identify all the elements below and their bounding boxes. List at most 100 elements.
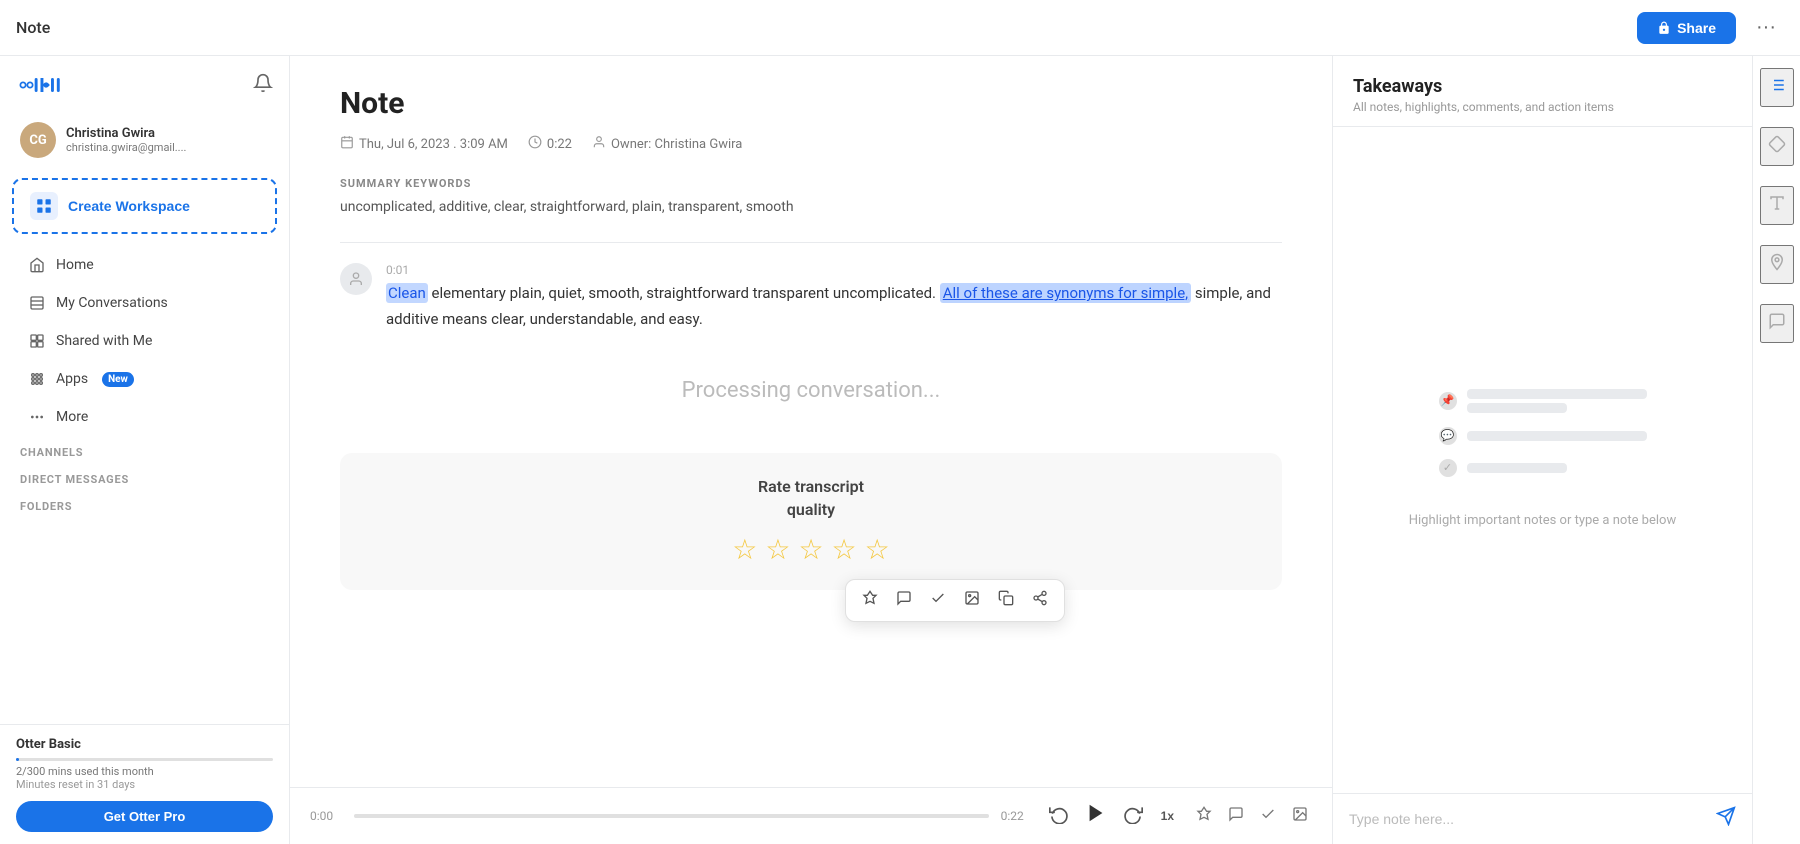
main-layout: CG Christina Gwira christina.gwira@gmail… [0,56,1800,844]
placeholder-row-2: 💬 [1439,427,1647,445]
notifications-button[interactable] [253,73,273,98]
toolbar-copy-button[interactable] [990,584,1022,617]
topbar: Note Share ··· [0,0,1800,56]
usage-fill [16,758,19,761]
usage-bar [16,758,273,761]
toolbar-pin-button[interactable] [854,584,886,617]
player-pin-button[interactable] [1192,802,1216,831]
topbar-more-button[interactable]: ··· [1748,12,1784,43]
right-panel-pin-button[interactable] [1760,245,1794,284]
topbar-title: Note [16,18,50,37]
placeholder-row-3: ✓ [1439,459,1647,477]
more-dots-icon [28,408,46,426]
placeholder-row-1: 📌 [1439,389,1647,413]
sidebar-header [0,56,289,114]
avatar: CG [20,122,56,158]
user-section[interactable]: CG Christina Gwira christina.gwira@gmail… [8,114,281,166]
placeholder-line-long-1 [1467,389,1647,399]
otter-logo [16,70,86,100]
floating-toolbar [845,579,1065,622]
takeaways-footer [1333,793,1752,844]
workspace-plus-icon [35,197,53,215]
placeholder-line-long-2 [1467,431,1647,441]
rate-subtitle: quality [364,500,1258,519]
rewind-button[interactable] [1045,800,1073,833]
create-workspace-label: Create Workspace [68,198,190,214]
summary-section: SUMMARY KEYWORDS uncomplicated, additive… [340,177,1282,218]
right-panel-comment-button[interactable] [1760,304,1794,343]
create-workspace-button[interactable]: Create Workspace [12,178,277,234]
home-icon [28,256,46,274]
placeholder-rows: 📌 💬 ✓ [1439,389,1647,491]
right-panel-text-button[interactable] [1760,186,1794,225]
note-main: Note Thu, Jul 6, 2023 . 3:09 AM 0:22 [290,56,1332,787]
upgrade-button[interactable]: Get Otter Pro [16,801,273,832]
star-3[interactable]: ☆ [798,533,823,566]
player-icons [1192,802,1312,831]
plan-usage: 2/300 mins used this month [16,765,273,778]
send-note-button[interactable] [1716,806,1736,832]
speaker-avatar [340,263,372,295]
transcript-row: 0:01 Clean elementary plain, quiet, smoo… [340,263,1282,332]
takeaways-title: Takeaways [1353,76,1732,97]
star-1[interactable]: ☆ [732,533,757,566]
sidebar-item-shared-with-me[interactable]: Shared with Me [8,323,281,359]
apps-new-badge: New [102,372,134,387]
topbar-left: Note [16,18,50,37]
share-label: Share [1677,20,1716,36]
plan-name: Otter Basic [16,737,273,752]
player-time-start: 0:00 [310,809,342,823]
takeaways-panel: Takeaways All notes, highlights, comment… [1332,56,1752,844]
bell-icon [253,73,273,93]
sidebar-item-apps[interactable]: Apps New [8,361,281,397]
toolbar-share-button[interactable] [1024,584,1056,617]
section-divider [340,242,1282,243]
star-rating[interactable]: ☆ ☆ ☆ ☆ ☆ [364,533,1258,566]
sidebar-item-my-conversations[interactable]: My Conversations [8,285,281,321]
processing-text: Processing conversation... [682,378,941,403]
player-image-button[interactable] [1288,802,1312,831]
direct-messages-section-label: DIRECT MESSAGES [0,463,289,490]
speed-button[interactable]: 1x [1155,805,1180,827]
note-input[interactable] [1349,811,1708,827]
rate-section: Rate transcript quality ☆ ☆ ☆ ☆ ☆ [340,453,1282,590]
toolbar-comment-button[interactable] [888,584,920,617]
channels-section-label: CHANNELS [0,436,289,463]
folders-section-label: FOLDERS [0,490,289,517]
takeaways-body: 📌 💬 ✓ Highlight impo [1333,127,1752,793]
user-info: Christina Gwira christina.gwira@gmail...… [66,126,186,154]
placeholder-comment-icon: 💬 [1439,427,1457,445]
toolbar-action-button[interactable] [922,584,954,617]
player-time-end: 0:22 [1001,809,1033,823]
summary-label: SUMMARY KEYWORDS [340,177,1282,190]
takeaways-header: Takeaways All notes, highlights, comment… [1333,56,1752,127]
note-duration-text: 0:22 [547,137,572,152]
player-comment-button[interactable] [1224,802,1248,831]
star-4[interactable]: ☆ [832,533,857,566]
player-action-button[interactable] [1256,802,1280,831]
star-5[interactable]: ☆ [865,533,890,566]
sidebar-item-more[interactable]: More [8,399,281,435]
share-button[interactable]: Share [1637,12,1736,44]
note-duration: 0:22 [528,135,572,153]
placeholder-check-icon: ✓ [1439,459,1457,477]
play-button[interactable] [1081,798,1111,834]
highlighted-phrase[interactable]: All of these are synonyms for simple, [940,283,1191,303]
progress-bar[interactable] [354,814,989,818]
right-panel-diamond-button[interactable] [1760,127,1794,166]
toolbar-image-button[interactable] [956,584,988,617]
transcript-text: Clean elementary plain, quiet, smooth, s… [386,281,1282,332]
note-title: Note [340,86,1282,121]
highlighted-word[interactable]: Clean [386,283,428,303]
summary-keywords: uncomplicated, additive, clear, straight… [340,196,1282,218]
fast-forward-button[interactable] [1119,800,1147,833]
right-panel-list-button[interactable] [1760,68,1794,107]
placeholder-line-short-2 [1467,463,1567,473]
star-2[interactable]: ☆ [765,533,790,566]
sidebar: CG Christina Gwira christina.gwira@gmail… [0,56,290,844]
user-email: christina.gwira@gmail.... [66,141,186,154]
sidebar-item-home[interactable]: Home [8,247,281,283]
note-owner: Owner: Christina Gwira [592,135,742,153]
sidebar-logo [16,70,86,100]
apps-label: Apps [56,371,88,387]
